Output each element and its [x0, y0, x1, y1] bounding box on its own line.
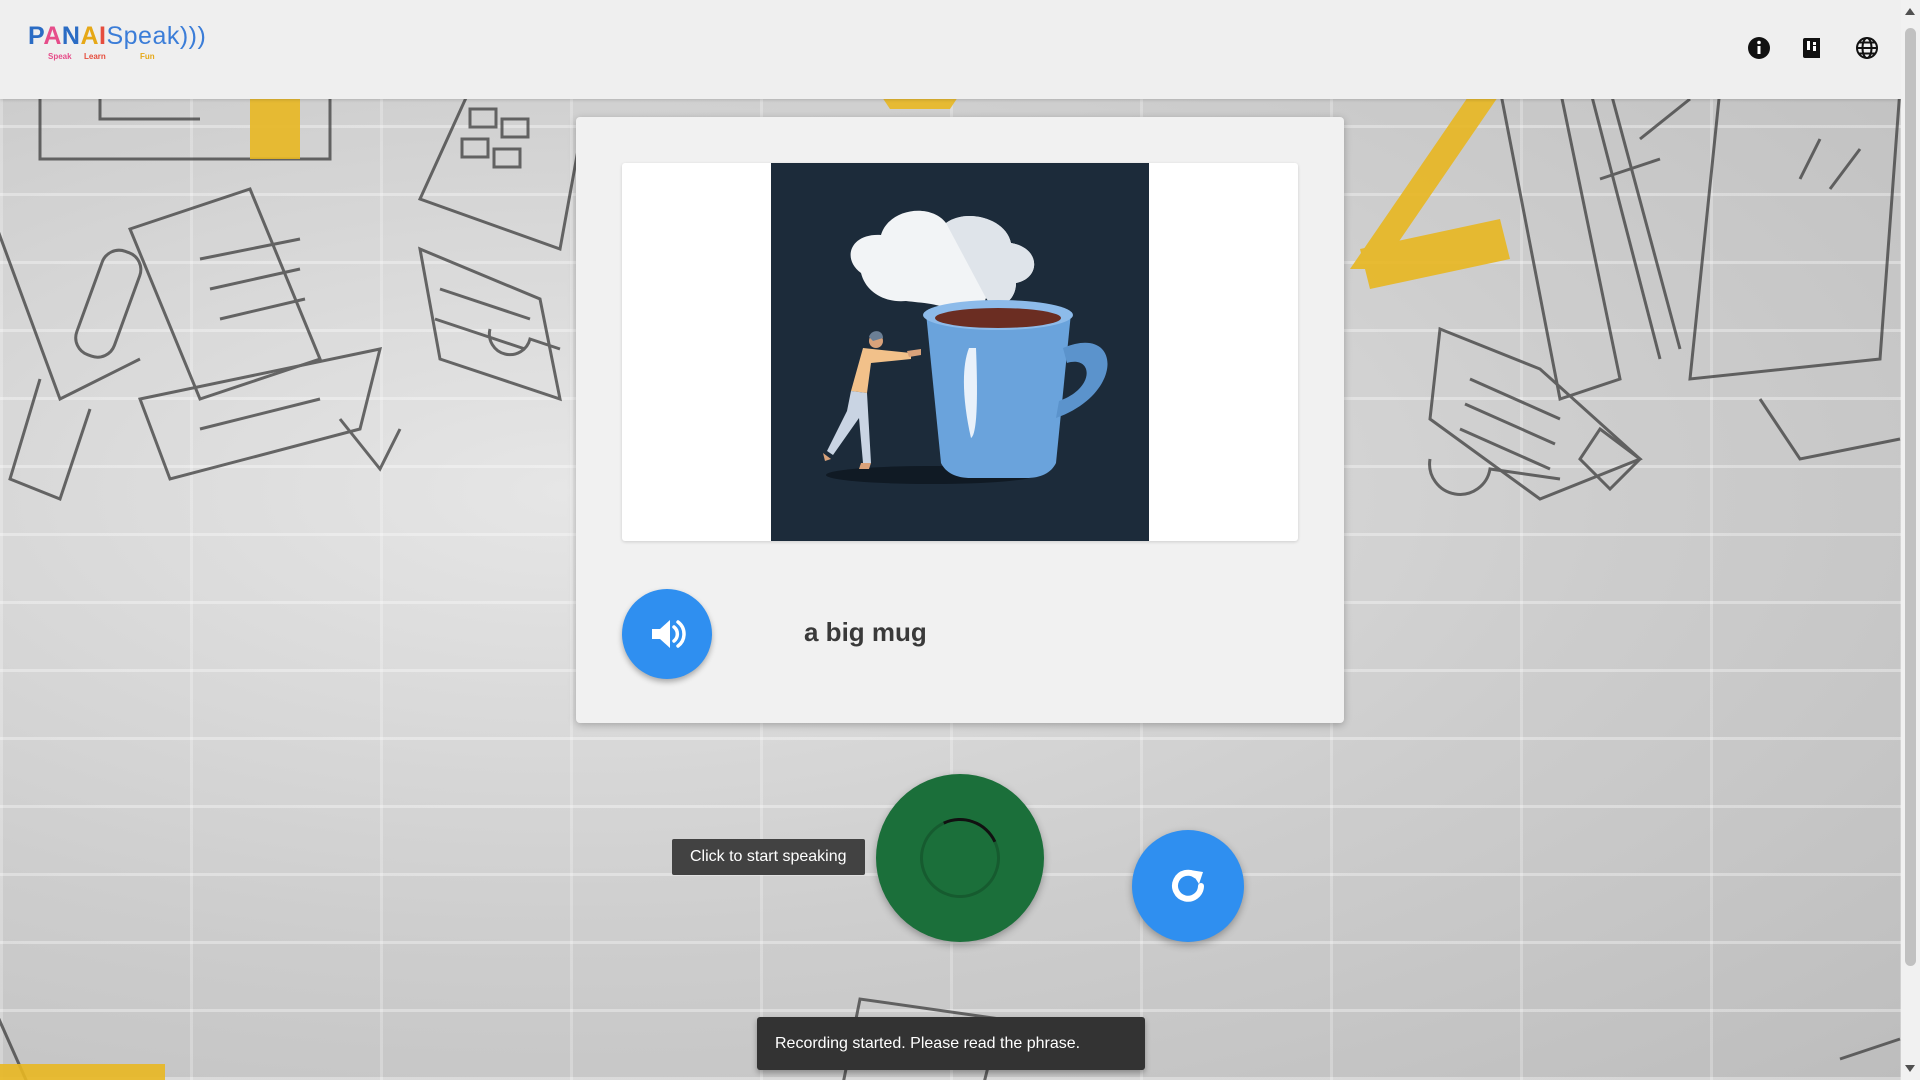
- scroll-down-arrow[interactable]: [1905, 1065, 1915, 1072]
- vertical-scrollbar[interactable]: [1901, 0, 1920, 1080]
- loading-spinner-icon: [908, 806, 1012, 910]
- header-actions: [1747, 36, 1879, 60]
- tagline-fun: Fun: [140, 52, 155, 61]
- tagline-learn: Learn: [84, 52, 106, 61]
- phrase-illustration: [771, 163, 1149, 541]
- top-app-bar: PANAISpeak))) Speak Learn Fun: [0, 0, 1901, 99]
- logo-tagline: Speak Learn Fun: [28, 52, 206, 61]
- phrase-card: a big mug: [576, 117, 1344, 723]
- tagline-speak: Speak: [48, 52, 72, 61]
- refresh-icon: [1172, 869, 1204, 902]
- logo-wordmark: PANAISpeak))): [28, 24, 206, 49]
- logo-letter: P: [28, 22, 44, 50]
- phrase-text: a big mug: [804, 617, 927, 647]
- scroll-thumb[interactable]: [1905, 28, 1916, 966]
- logo-letter: N: [61, 22, 81, 50]
- language-globe-icon[interactable]: [1855, 36, 1879, 60]
- logo-speak: Speak: [106, 22, 180, 50]
- logo-letter: A: [43, 22, 62, 50]
- panai-speak-logo[interactable]: PANAISpeak))) Speak Learn Fun: [28, 24, 206, 62]
- logo-letter: A: [80, 22, 100, 50]
- reset-button[interactable]: [1132, 830, 1244, 942]
- volume-icon: [652, 620, 686, 648]
- dictionary-icon[interactable]: [1801, 36, 1825, 60]
- status-snackbar: Recording started. Please read the phras…: [757, 1017, 1145, 1070]
- logo-waves: ))): [179, 22, 207, 50]
- image-frame: [622, 163, 1298, 541]
- play-audio-button[interactable]: [622, 589, 712, 679]
- info-icon[interactable]: [1747, 36, 1771, 60]
- record-button[interactable]: [876, 774, 1044, 942]
- scroll-up-arrow[interactable]: [1905, 8, 1915, 15]
- start-speaking-tooltip: Click to start speaking: [672, 839, 865, 875]
